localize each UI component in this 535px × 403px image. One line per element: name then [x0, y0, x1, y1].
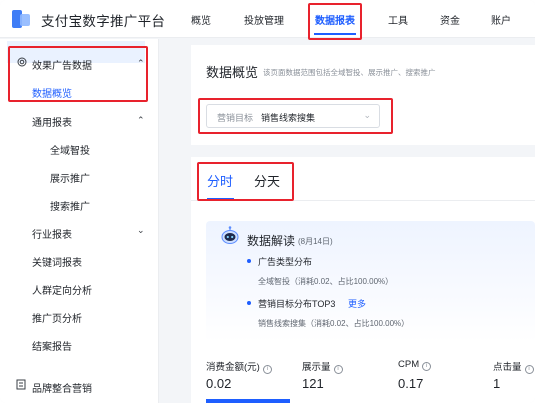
info-icon[interactable]: i: [262, 365, 272, 374]
bullet-dot: [247, 301, 251, 305]
info-icon[interactable]: i: [333, 365, 343, 374]
insight-heading-ad-type: 广告类型分布: [258, 257, 313, 267]
info-icon[interactable]: i: [422, 362, 432, 371]
app-window: 支付宝数字推广平台 概览 投放管理 数据报表 工具 资金 账户 效果广告数据 ⌃…: [0, 0, 535, 403]
page-title: 数据概览: [206, 65, 259, 80]
sidebar-item-display-ads[interactable]: 展示推广: [50, 170, 90, 185]
metric-cpm-value: 0.17: [398, 376, 424, 391]
metric-impressions-label: 展示量 i: [302, 359, 343, 374]
insight-title: 数据解读: [247, 234, 296, 248]
sidebar-item-smart-delivery[interactable]: 全域智投: [50, 142, 90, 157]
nav-tools[interactable]: 工具: [388, 12, 408, 27]
insight-detail-ad-type: 全域智投（消耗0.02、占比100.00%）: [258, 277, 394, 286]
chevron-up-icon[interactable]: ⌃: [137, 115, 145, 126]
nav-overview[interactable]: 概览: [191, 12, 211, 27]
sidebar-item-industry-reports[interactable]: 行业报表: [32, 226, 72, 241]
sidebar-item-brand-marketing[interactable]: 品牌整合营销: [32, 380, 92, 395]
robot-icon: [221, 226, 239, 244]
info-icon[interactable]: i: [524, 365, 534, 374]
sidebar-item-landing-page-analysis[interactable]: 推广页分析: [32, 310, 82, 325]
logo-icon: [12, 10, 30, 28]
sidebar-item-general-reports[interactable]: 通用报表: [32, 114, 72, 129]
sidebar-highlight-box: [8, 46, 148, 102]
nav-highlight-box: [308, 3, 362, 40]
select-highlight-box: [198, 98, 393, 134]
sidebar-item-final-report[interactable]: 结案报告: [32, 338, 72, 353]
insight-date: (8月14日): [298, 237, 333, 246]
nav-campaign-management[interactable]: 投放管理: [244, 12, 284, 27]
metric-clicks-value: 1: [493, 376, 501, 391]
brand-marketing-icon: [16, 379, 26, 390]
insight-detail-goal: 销售线索搜集（消耗0.02、占比100.00%）: [258, 319, 410, 328]
more-link[interactable]: 更多: [348, 297, 366, 310]
tabs-highlight-box: [197, 162, 294, 201]
metric-cpm-label: CPM i: [398, 359, 432, 371]
metric-clicks-label: 点击量 i: [493, 359, 534, 374]
nav-funds[interactable]: 资金: [440, 12, 460, 27]
chevron-down-icon[interactable]: ⌄: [137, 225, 145, 236]
brand-title: 支付宝数字推广平台: [41, 14, 166, 29]
selected-metric-indicator: [206, 399, 290, 403]
metric-impressions-value: 121: [302, 376, 324, 391]
nav-account[interactable]: 账户: [491, 12, 511, 27]
bullet-dot: [247, 259, 251, 263]
metric-spend-value: 0.02: [206, 376, 232, 391]
top-bar: 支付宝数字推广平台 概览 投放管理 数据报表 工具 资金 账户: [0, 0, 535, 38]
metric-spend-label: 消费金额(元) i: [206, 359, 272, 374]
sidebar-item-search-ads[interactable]: 搜索推广: [50, 198, 90, 213]
sidebar-item-keyword-report[interactable]: 关键词报表: [32, 254, 82, 269]
insight-heading-goal-top3: 营销目标分布TOP3: [258, 299, 336, 309]
page-subtitle: 该页面数据范围包括全域智投、展示推广、搜索推广: [263, 68, 436, 77]
sidebar-item-audience-analysis[interactable]: 人群定向分析: [32, 282, 92, 297]
